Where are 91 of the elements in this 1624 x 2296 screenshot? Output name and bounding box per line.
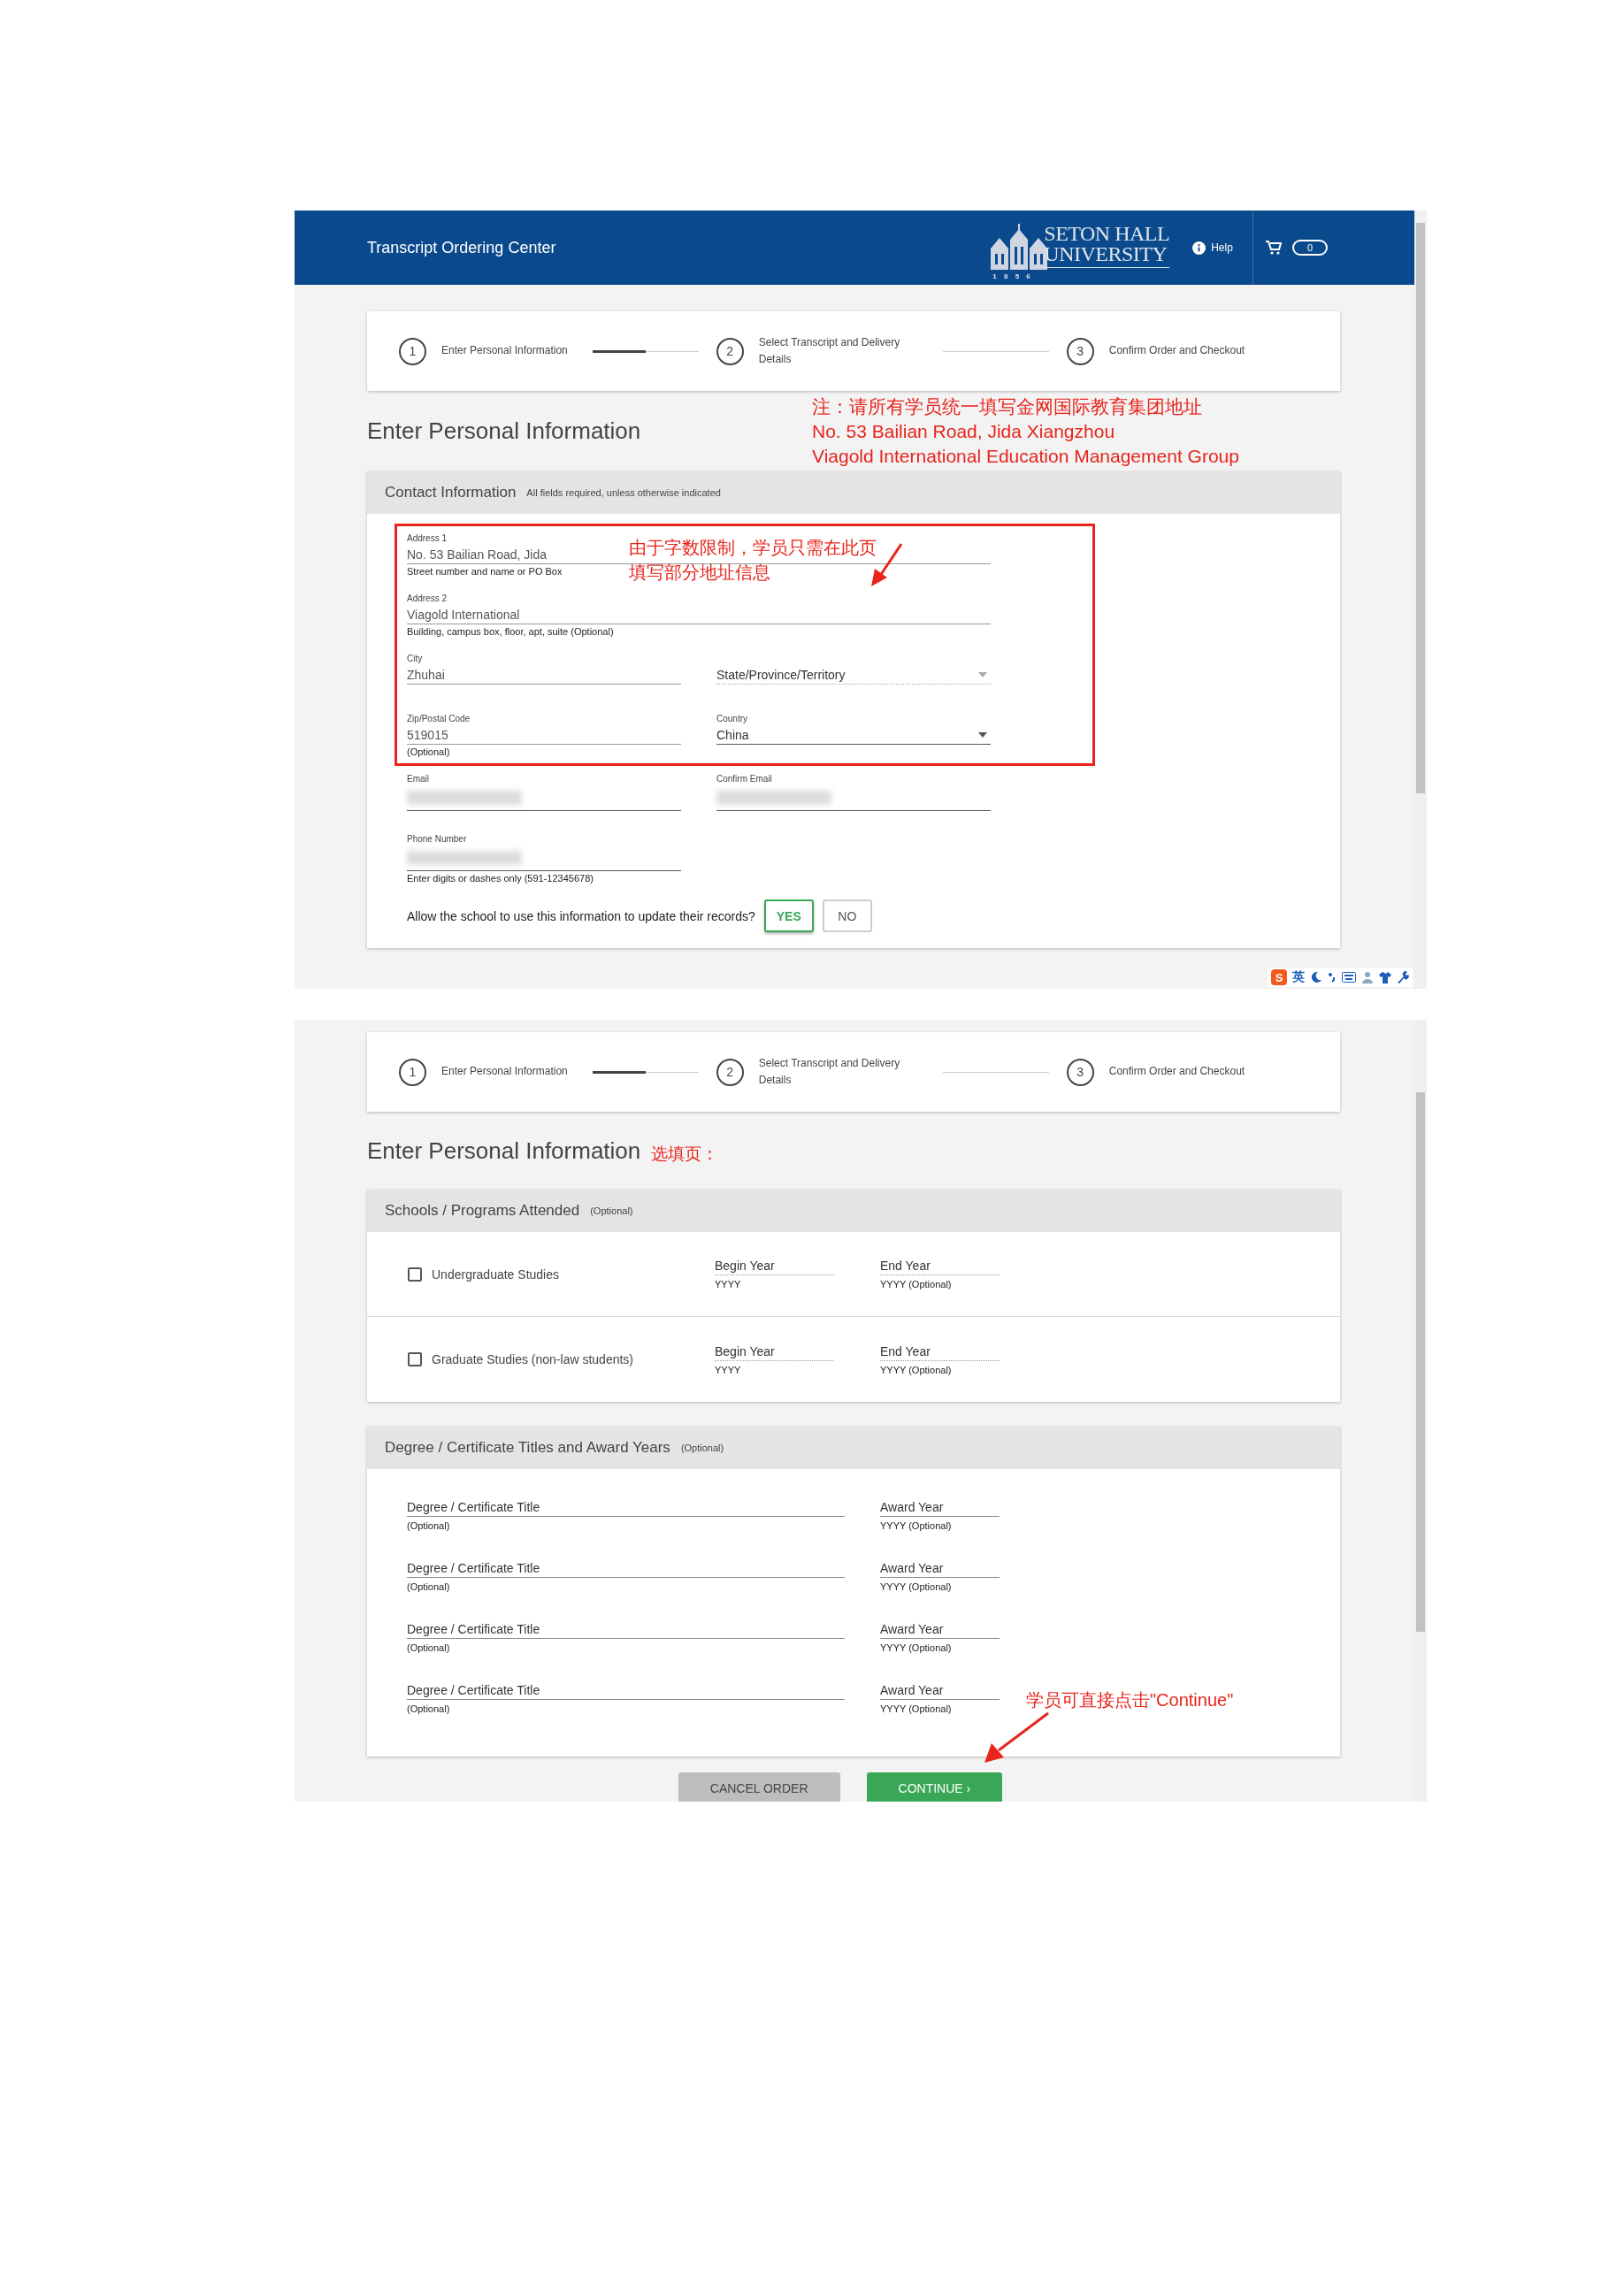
caret-icon: [978, 671, 987, 677]
field-label: Email: [407, 774, 430, 785]
year-field[interactable]: Award Year: [880, 1683, 1000, 1700]
year-field[interactable]: Award Year: [880, 1500, 1000, 1517]
helper-text: YYYY (Optional): [880, 1364, 953, 1375]
step-label: Confirm Order and Checkout: [1108, 1064, 1245, 1080]
step-number: 2: [716, 337, 744, 365]
page-title: Enter Personal Information: [367, 417, 642, 445]
app-title: Transcript Ordering Center: [367, 238, 557, 257]
step-label: Confirm Order and Checkout: [1108, 343, 1245, 359]
info-icon: [1192, 241, 1207, 255]
page-title: Enter Personal Information: [367, 1137, 641, 1165]
logo-year: 1 8 5 6: [992, 272, 1030, 280]
choice-button[interactable]: NO: [822, 899, 872, 932]
action-button[interactable]: CANCEL ORDER: [678, 1772, 840, 1802]
checkbox-label[interactable]: Graduate Studies (non-law students): [432, 1352, 715, 1366]
title-field[interactable]: Degree / Certificate Title: [407, 1500, 845, 1517]
helper-text: YYYY: [715, 1364, 742, 1375]
step-label: Enter Personal Information: [441, 343, 568, 359]
dropdown[interactable]: State/Province/Territory: [716, 665, 991, 685]
year-field[interactable]: End Year: [880, 1343, 1000, 1361]
helper-text: (Optional): [407, 1581, 451, 1592]
section-title: Schools / Programs Attended: [385, 1202, 580, 1220]
field-label: Address 2: [407, 593, 448, 605]
annotation-text: No. 53 Bailian Road, Jida Xiangzhou: [812, 419, 1116, 443]
helper-text: (Optional): [407, 1520, 451, 1531]
wrench-icon[interactable]: [1397, 971, 1409, 983]
step-number: 1: [399, 1058, 426, 1086]
section-hint: (Optional): [680, 1443, 724, 1453]
step-number: 2: [716, 1058, 744, 1086]
helper-text: (Optional): [407, 1703, 451, 1714]
text-field[interactable]: Viagold International: [407, 606, 520, 623]
checkbox-label[interactable]: Undergraduate Studies: [432, 1267, 715, 1282]
checkbox[interactable]: [408, 1267, 422, 1282]
shirt-icon[interactable]: [1379, 971, 1391, 983]
helper-text: YYYY (Optional): [880, 1279, 953, 1290]
dropdown[interactable]: China: [716, 725, 991, 745]
language-toggle[interactable]: 英: [1292, 969, 1305, 985]
helper-text: YYYY (Optional): [880, 1581, 953, 1592]
section-title: Contact Information: [385, 484, 517, 501]
year-field[interactable]: Begin Year: [715, 1343, 834, 1361]
field-label: Address 1: [407, 533, 448, 545]
step-number: 1: [399, 337, 426, 365]
step-number: 3: [1066, 337, 1094, 365]
year-field[interactable]: Begin Year: [715, 1259, 834, 1275]
help-link[interactable]: Help: [1211, 241, 1233, 254]
helper-text: YYYY (Optional): [880, 1520, 953, 1531]
section-hint: (Optional): [590, 1205, 633, 1216]
step-label: Select Transcript and Delivery Details: [758, 334, 901, 367]
title-field[interactable]: Degree / Certificate Title: [407, 1561, 845, 1578]
cart-icon[interactable]: [1265, 241, 1282, 255]
punctuation-icon[interactable]: [1328, 972, 1337, 983]
annotation-text: 选填页：: [651, 1144, 719, 1165]
field-label: Country: [716, 714, 748, 725]
helper-text: Building, campus box, floor, apt, suite (Optional): [407, 626, 614, 637]
moon-icon[interactable]: [1310, 971, 1322, 983]
helper-text: Street number and name or PO Box: [407, 566, 563, 577]
keyboard-icon[interactable]: [1342, 972, 1356, 983]
text-field[interactable]: No. 53 Bailian Road, Jida: [407, 546, 547, 563]
helper-text: Enter digits or dashes only (591-12345678): [407, 873, 594, 884]
year-field[interactable]: End Year: [880, 1259, 1000, 1275]
field-label: City: [407, 654, 424, 665]
annotation-text: Viagold International Education Management Group: [812, 444, 1239, 468]
field-label: Zip/Postal Code: [407, 714, 471, 725]
annotation-text: 填写部分地址信息: [629, 562, 771, 584]
logo-text: SETON HALL: [1044, 224, 1170, 245]
step-label: Enter Personal Information: [441, 1064, 568, 1080]
annotation-text: 注：请所有学员统一填写金网国际教育集团地址: [812, 394, 1203, 418]
field-label: Phone Number: [407, 834, 468, 846]
year-field[interactable]: Award Year: [880, 1561, 1000, 1578]
helper-text: YYYY (Optional): [880, 1642, 953, 1653]
text-field[interactable]: 519015: [407, 726, 448, 743]
cart-count[interactable]: 0: [1291, 240, 1328, 256]
section-title: Degree / Certificate Titles and Award Years: [385, 1439, 670, 1457]
helper-text: YYYY (Optional): [880, 1703, 953, 1714]
year-field[interactable]: Award Year: [880, 1622, 1000, 1639]
text-field[interactable]: Zhuhai: [407, 666, 445, 683]
step-label: Select Transcript and Delivery Details: [758, 1055, 901, 1088]
caret-icon: [978, 731, 987, 738]
step-number: 3: [1066, 1058, 1094, 1086]
title-field[interactable]: Degree / Certificate Title: [407, 1683, 845, 1700]
helper-text: (Optional): [407, 1642, 451, 1653]
section-hint: All fields required, unless otherwise indicated: [526, 487, 721, 498]
annotation-text: 学员可直接点击"Continue": [1026, 1689, 1234, 1711]
question-text: Allow the school to use this information to update their records?: [407, 908, 755, 923]
field-label: Confirm Email: [716, 774, 773, 785]
annotation-text: 由于字数限制，学员只需在此页: [629, 537, 877, 559]
helper-text: YYYY: [715, 1279, 742, 1290]
checkbox[interactable]: [408, 1352, 422, 1366]
title-field[interactable]: Degree / Certificate Title: [407, 1622, 845, 1639]
helper-text: (Optional): [407, 746, 450, 757]
